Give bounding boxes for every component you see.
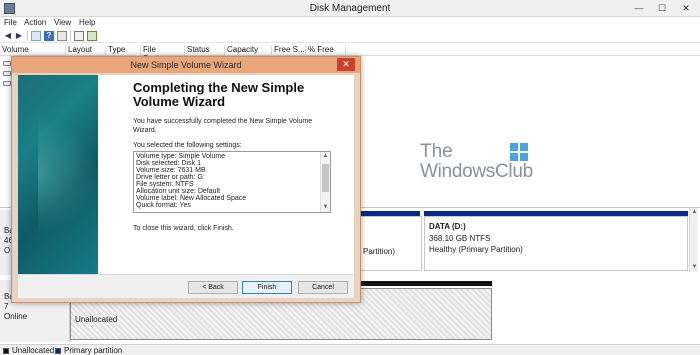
menu-bar: File Action View Help [0, 17, 700, 29]
cancel-button[interactable]: Cancel [298, 281, 348, 294]
settings-icon[interactable] [87, 31, 97, 41]
toolbar-separator [27, 31, 28, 41]
scroll-thumb[interactable] [322, 164, 329, 192]
scroll-up-icon[interactable]: ▲ [321, 152, 330, 161]
column-layout[interactable]: Layout [66, 45, 106, 56]
partition-size: 368.10 GB NTFS [429, 234, 491, 243]
close-button[interactable]: ✕ [675, 1, 697, 15]
column-free-space[interactable]: Free S... [272, 45, 306, 56]
finish-button[interactable]: Finish [242, 281, 292, 294]
unallocated-swatch [3, 348, 9, 354]
disk-label-line: Online [4, 312, 28, 321]
partition-name: DATA (D:) [429, 222, 466, 231]
toolbar: ◀ ▶ ? [0, 29, 700, 43]
settings-label: You selected the following settings: [133, 142, 242, 149]
wizard-client: Completing the New Simple Volume Wizard … [18, 75, 354, 298]
column-percent-free[interactable]: % Free [306, 45, 346, 56]
rescan-icon[interactable] [74, 31, 84, 41]
menu-help[interactable]: Help [79, 18, 95, 27]
data-partition[interactable]: DATA (D:) 368.10 GB NTFS Healthy (Primar… [424, 216, 688, 271]
wizard-titlebar: New Simple Volume Wizard ✕ [12, 57, 360, 73]
settings-list[interactable]: Volume type: Simple Volume Disk selected… [133, 151, 331, 213]
refresh-icon[interactable] [57, 31, 67, 41]
partition-status: Partition) [363, 247, 396, 256]
disk-label-line: 7 [4, 302, 9, 311]
toolbar-separator [70, 31, 71, 41]
menu-action[interactable]: Action [24, 18, 46, 27]
settings-scrollbar[interactable]: ▲ ▼ [320, 152, 330, 212]
close-instruction: To close this wizard, click Finish. [133, 225, 234, 232]
partition-status: Healthy (Primary Partition) [429, 245, 523, 254]
primary-swatch [55, 348, 61, 354]
forward-icon[interactable]: ▶ [14, 31, 24, 41]
volume-list-header: Volume Layout Type File System Status Ca… [0, 44, 700, 63]
scroll-down-icon[interactable]: ▼ [690, 263, 699, 272]
watermark-line1: The [420, 141, 453, 162]
wizard-body: Completing the New Simple Volume Wizard … [98, 75, 354, 274]
column-type[interactable]: Type [106, 45, 141, 56]
legend-primary: Primary partition [64, 346, 123, 355]
scroll-down-icon[interactable]: ▼ [321, 203, 330, 212]
menu-file[interactable]: File [4, 18, 17, 27]
volume-icon [3, 61, 11, 66]
menu-view[interactable]: View [54, 18, 71, 27]
back-icon[interactable]: ◀ [3, 31, 13, 41]
window-title: Disk Management [309, 3, 391, 14]
column-capacity[interactable]: Capacity [225, 45, 272, 56]
partition-box[interactable]: Partition) [360, 216, 422, 271]
windowsclub-logo-icon [510, 143, 528, 161]
back-button[interactable]: < Back [188, 281, 238, 294]
watermark-line2: WindowsClub [420, 161, 533, 182]
unallocated-label: Unallocated [75, 315, 118, 324]
column-status[interactable]: Status [185, 45, 225, 56]
legend-unallocated: Unallocated [12, 346, 55, 355]
wizard-title: New Simple Volume Wizard [130, 60, 242, 70]
wizard-footer: < Back Finish Cancel [18, 274, 354, 298]
wizard-close-button[interactable]: ✕ [337, 58, 355, 71]
volume-icon [3, 71, 11, 76]
minimize-button[interactable]: — [628, 1, 650, 15]
maximize-button[interactable]: ☐ [651, 1, 673, 15]
volume-icon [3, 81, 11, 86]
scroll-up-icon[interactable]: ▲ [690, 208, 699, 217]
help-icon[interactable]: ? [44, 31, 54, 41]
column-volume[interactable]: Volume [0, 45, 66, 56]
wizard-banner-image [18, 75, 98, 274]
column-file-system[interactable]: File System [141, 45, 185, 63]
wizard-intro: You have successfully completed the New … [133, 118, 313, 134]
wizard-heading: Completing the New Simple Volume Wizard [133, 80, 305, 109]
disk-label-line: O [4, 246, 11, 255]
window-titlebar: Disk Management — ☐ ✕ [0, 0, 700, 17]
watermark: The WindowsClub [418, 141, 538, 185]
disk-pane-scrollbar[interactable]: ▲ ▼ [689, 208, 698, 272]
legend-bar: Unallocated Primary partition [0, 344, 700, 355]
properties-icon[interactable] [31, 31, 41, 41]
new-simple-volume-wizard: New Simple Volume Wizard ✕ Completing th… [11, 56, 361, 303]
settings-item: Quick format: Yes [136, 202, 191, 209]
